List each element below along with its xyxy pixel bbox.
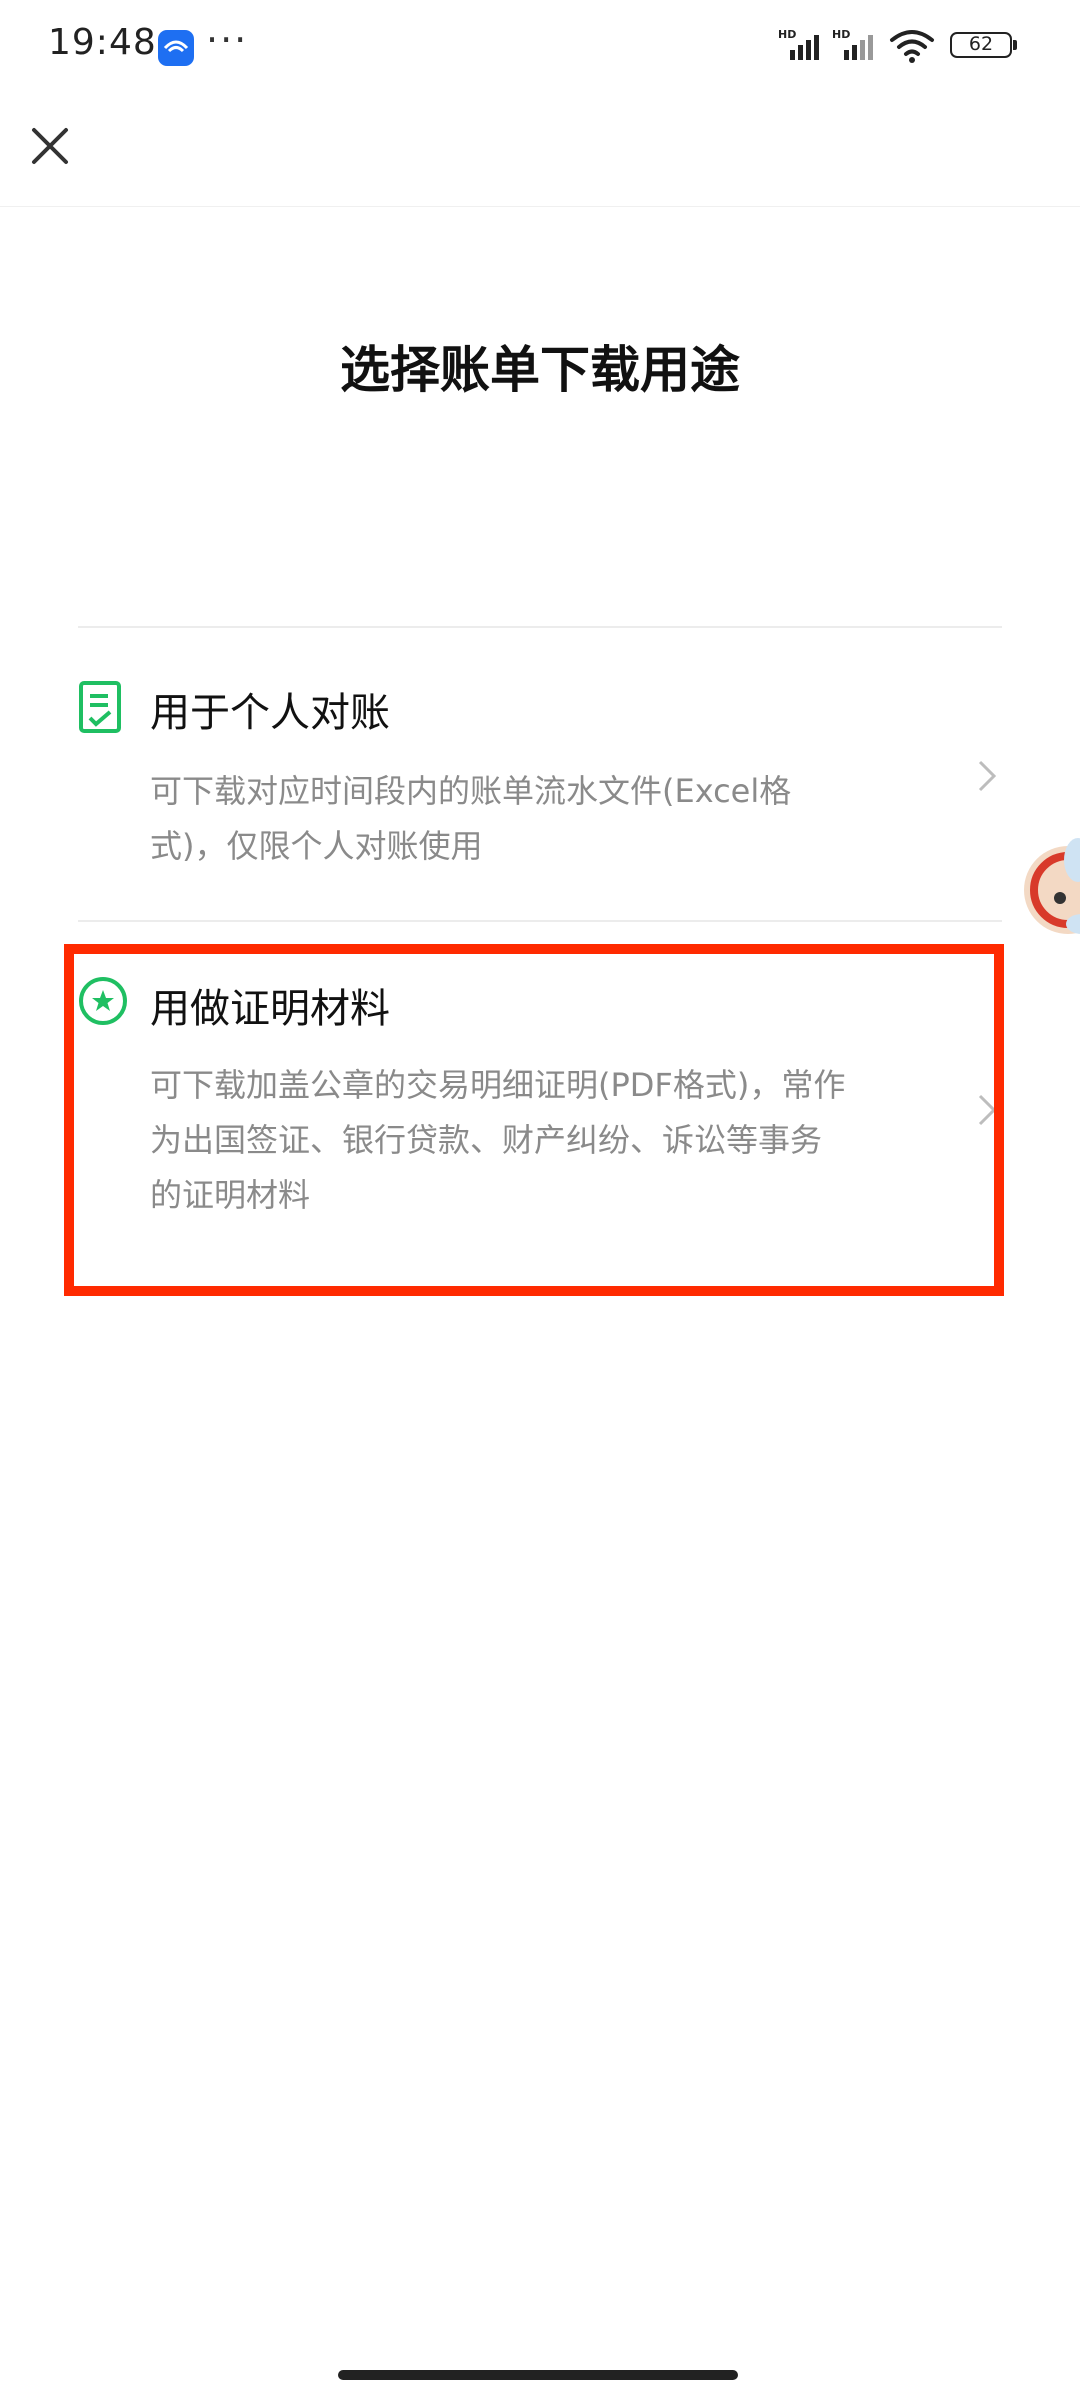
messenger-app-icon xyxy=(158,30,194,66)
close-button[interactable] xyxy=(22,118,78,174)
page-title: 选择账单下载用途 xyxy=(340,341,740,399)
signal-2-label: HD xyxy=(832,28,851,41)
floating-mascot-icon[interactable] xyxy=(1010,820,1080,950)
option-personal-reconciliation[interactable]: 用于个人对账 可下载对应时间段内的账单流水文件(Excel格 式)，仅限个人对账… xyxy=(78,626,1002,920)
wifi-icon xyxy=(890,30,934,63)
signal-icon-1: HD xyxy=(778,28,830,64)
status-bar: 19:48 ··· HD HD 62 xyxy=(0,0,1080,90)
highlight-box xyxy=(64,944,1004,1296)
battery-icon: 62 xyxy=(950,32,1012,58)
header-divider xyxy=(0,206,1080,207)
more-notifications: ··· xyxy=(206,18,249,62)
close-icon xyxy=(32,128,68,164)
signal-icon-2: HD xyxy=(832,28,884,64)
home-indicator[interactable] xyxy=(338,2370,738,2380)
checklist-document-icon xyxy=(79,681,121,733)
screen: 19:48 ··· HD HD 62 选择账单下载用途 用于个人对账 可下载对应… xyxy=(0,0,1080,2400)
option-1-description: 可下载对应时间段内的账单流水文件(Excel格 式)，仅限个人对账使用 xyxy=(150,764,910,874)
status-time: 19:48 xyxy=(48,22,157,63)
option-1-desc-line-1: 可下载对应时间段内的账单流水文件(Excel格 xyxy=(150,772,792,810)
chevron-right-icon xyxy=(978,760,997,792)
option-1-title: 用于个人对账 xyxy=(150,690,390,736)
option-1-desc-line-2: 式)，仅限个人对账使用 xyxy=(150,827,483,865)
battery-level: 62 xyxy=(968,33,994,55)
battery-tip xyxy=(1013,40,1017,50)
signal-1-label: HD xyxy=(778,28,797,41)
